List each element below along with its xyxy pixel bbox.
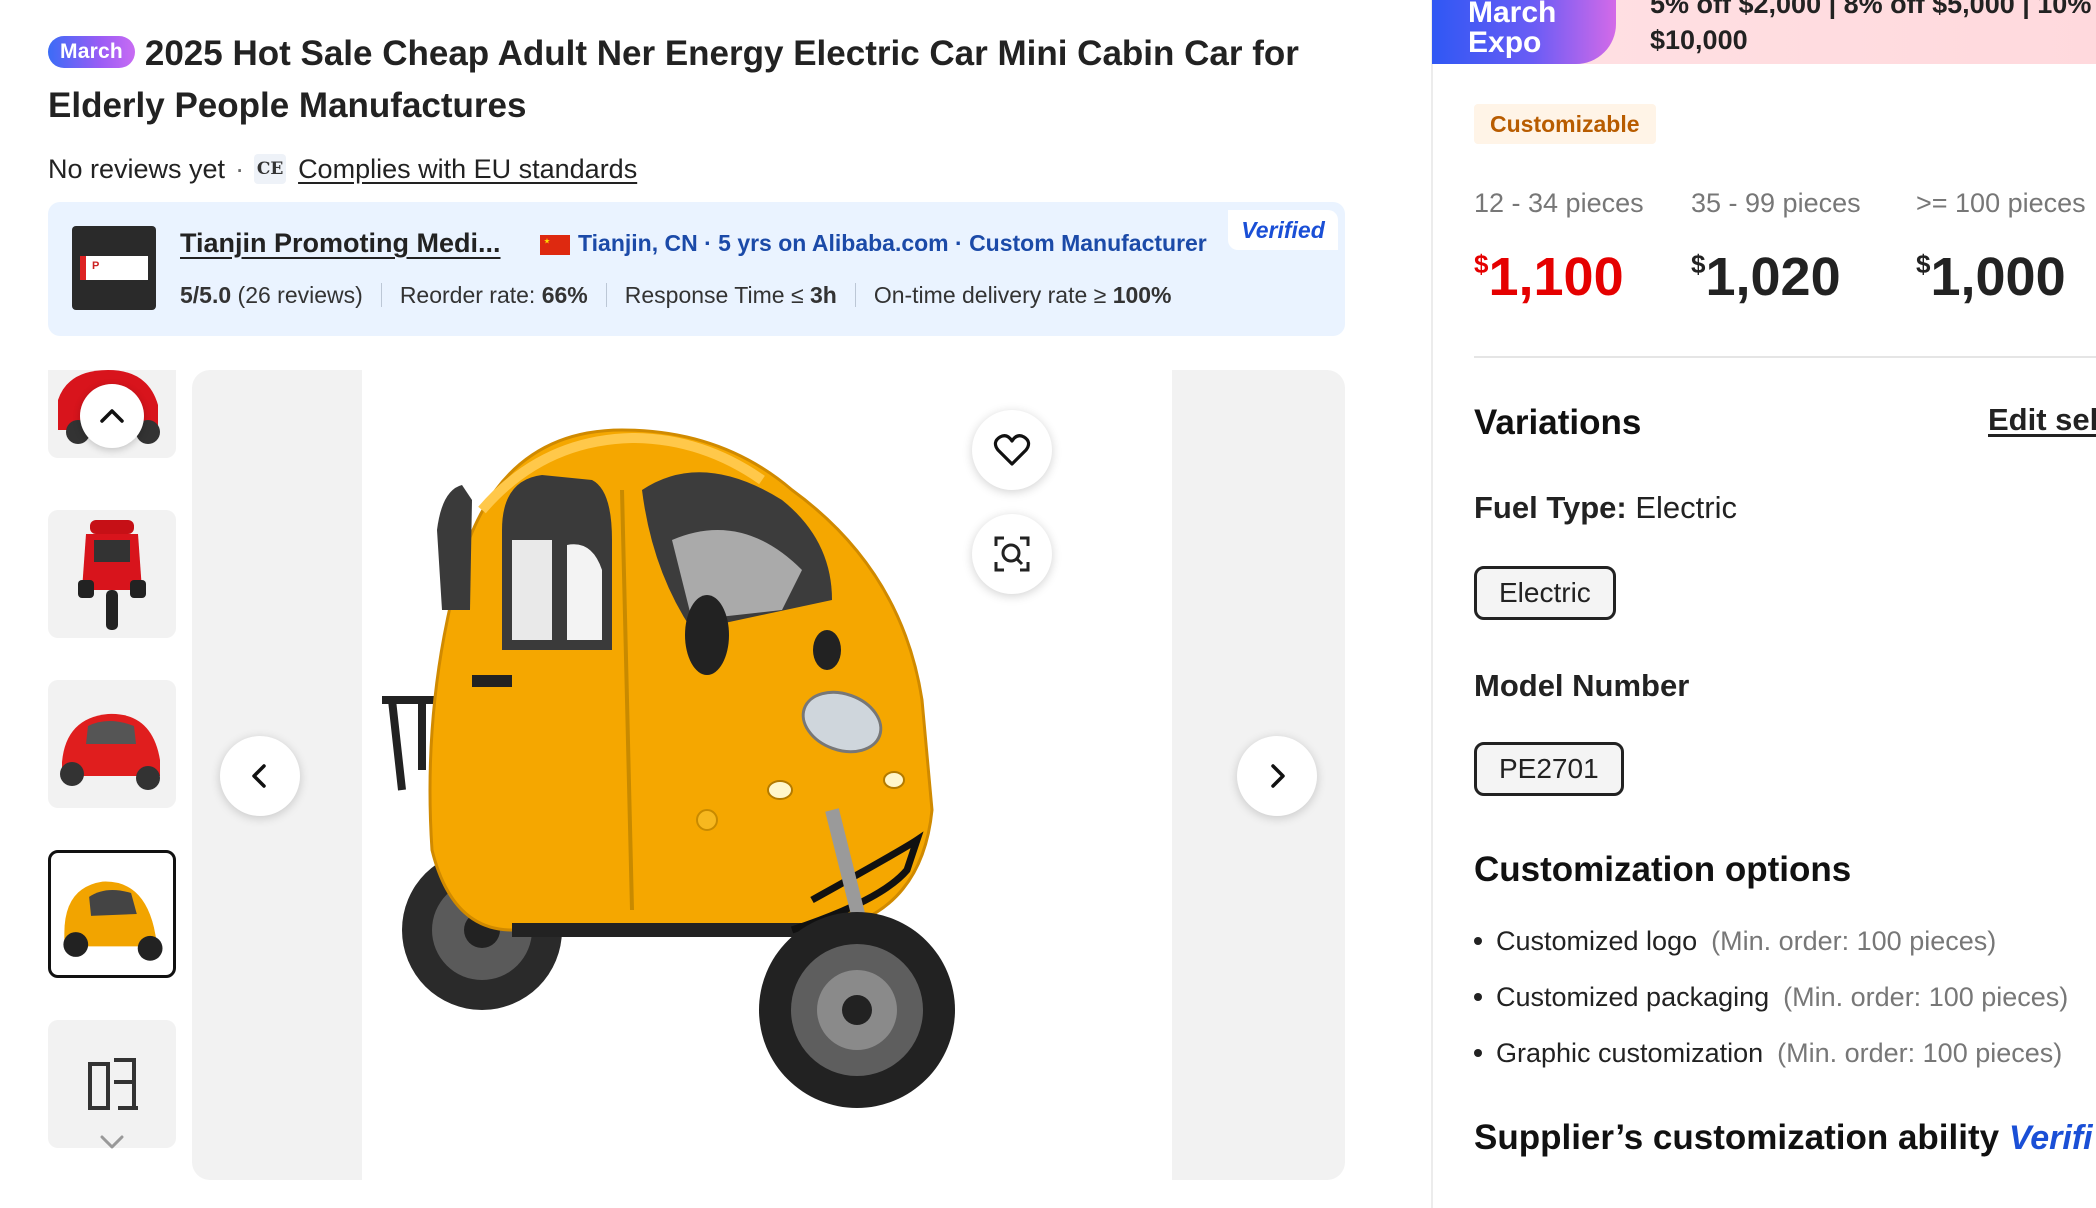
march-expo-logo: March Expo [1432, 0, 1616, 64]
chevron-right-icon [1271, 764, 1285, 788]
thumbnail-2[interactable] [48, 510, 176, 638]
model-number-option[interactable]: PE2701 [1474, 742, 1624, 796]
customizable-badge: Customizable [1474, 104, 1656, 144]
reviews-text: No reviews yet [48, 153, 226, 184]
ontime-delivery: On-time delivery rate ≥ 100% [873, 281, 1172, 308]
chevron-up-icon [100, 409, 124, 423]
ce-icon: CE [254, 154, 287, 184]
verified-badge[interactable]: Verified [1228, 210, 1338, 250]
ability-verified-badge: Verifi [2008, 1119, 2093, 1157]
edit-selection-link[interactable]: Edit sel [1988, 402, 2096, 438]
fuel-type-label: Fuel Type: Electric [1474, 490, 1737, 525]
supplier-rating[interactable]: 5/5.0 (26 reviews) [180, 282, 363, 309]
tier-1-price: $1,100 [1474, 247, 1624, 307]
chevron-down-icon [100, 1135, 124, 1149]
electric-cabin-car-illustration [382, 428, 955, 1108]
customization-option: Customized logo (Min. order: 100 pieces) [1474, 926, 1996, 957]
march-badge: March [48, 35, 135, 68]
compliance-link[interactable]: Complies with EU standards [298, 154, 637, 185]
china-flag-icon [540, 235, 570, 255]
product-title-text: 2025 Hot Sale Cheap Adult Ner Energy Ele… [48, 34, 1299, 125]
chevron-left-icon [252, 764, 266, 788]
tier-3-range: >= 100 pieces [1916, 188, 2086, 218]
main-product-image[interactable] [192, 370, 1345, 1180]
customization-option: Customized packaging (Min. order: 100 pie… [1474, 982, 2068, 1013]
thumbs-down-arrow-button[interactable] [80, 1110, 144, 1170]
heart-icon [993, 434, 1031, 466]
tier-3-price: $1,000 [1916, 247, 2066, 307]
product-title: March 2025 Hot Sale Cheap Adult Ner Energ… [48, 28, 1338, 132]
product-meta: No reviews yet · CE Complies with EU sta… [48, 150, 637, 188]
model-number-label: Model Number [1474, 668, 1690, 703]
customization-heading: Customization options [1474, 850, 1852, 889]
customization-option: Graphic customization (Min. order: 100 pi… [1474, 1038, 2062, 1069]
supplier-location: Tianjin, CN · 5 yrs on Alibaba.com · Cus… [578, 230, 1207, 256]
variations-heading: Variations [1474, 403, 1642, 442]
supplier-ability-heading: Supplier’s customization ability Verifi [1474, 1118, 2093, 1157]
supplier-logo[interactable]: P [72, 226, 156, 310]
fuel-type-option-electric[interactable]: Electric [1474, 566, 1616, 620]
image-search-button[interactable] [972, 514, 1052, 594]
product-photo [362, 370, 1172, 1180]
thumbnail-4[interactable] [48, 850, 176, 978]
thumbnail-3[interactable] [48, 680, 176, 808]
pricing-divider [1474, 356, 2096, 358]
response-time: Response Time ≤ 3h [624, 281, 837, 308]
supplier-stats: 5/5.0 (26 reviews) Reorder rate: 66% Res… [180, 280, 1172, 310]
image-search-icon [994, 536, 1030, 572]
supplier-card: P Tianjin Promoting Medi... Tianjin, CN … [48, 202, 1345, 336]
thumbnail-strip [48, 370, 176, 1170]
tier-2-price: $1,020 [1691, 247, 1841, 307]
meta-separator: · [235, 153, 245, 184]
favorite-button[interactable] [972, 410, 1052, 490]
march-expo-banner[interactable]: March Expo 5% off $2,000 | 8% off $5,000… [1432, 0, 2096, 64]
expo-discount-text: 5% off $2,000 | 8% off $5,000 | 10% $10,… [1650, 0, 2092, 55]
next-image-button[interactable] [1237, 736, 1317, 816]
column-divider [1431, 0, 1433, 1208]
supplier-name-link[interactable]: Tianjin Promoting Medi... [180, 228, 501, 259]
thumbs-up-arrow-button[interactable] [80, 384, 144, 448]
supplier-logo-mark: P [92, 260, 100, 272]
tier-2-range: 35 - 99 pieces [1691, 188, 1861, 218]
reorder-rate: Reorder rate: 66% [399, 281, 588, 308]
prev-image-button[interactable] [220, 736, 300, 816]
tier-1-range: 12 - 34 pieces [1474, 188, 1644, 218]
